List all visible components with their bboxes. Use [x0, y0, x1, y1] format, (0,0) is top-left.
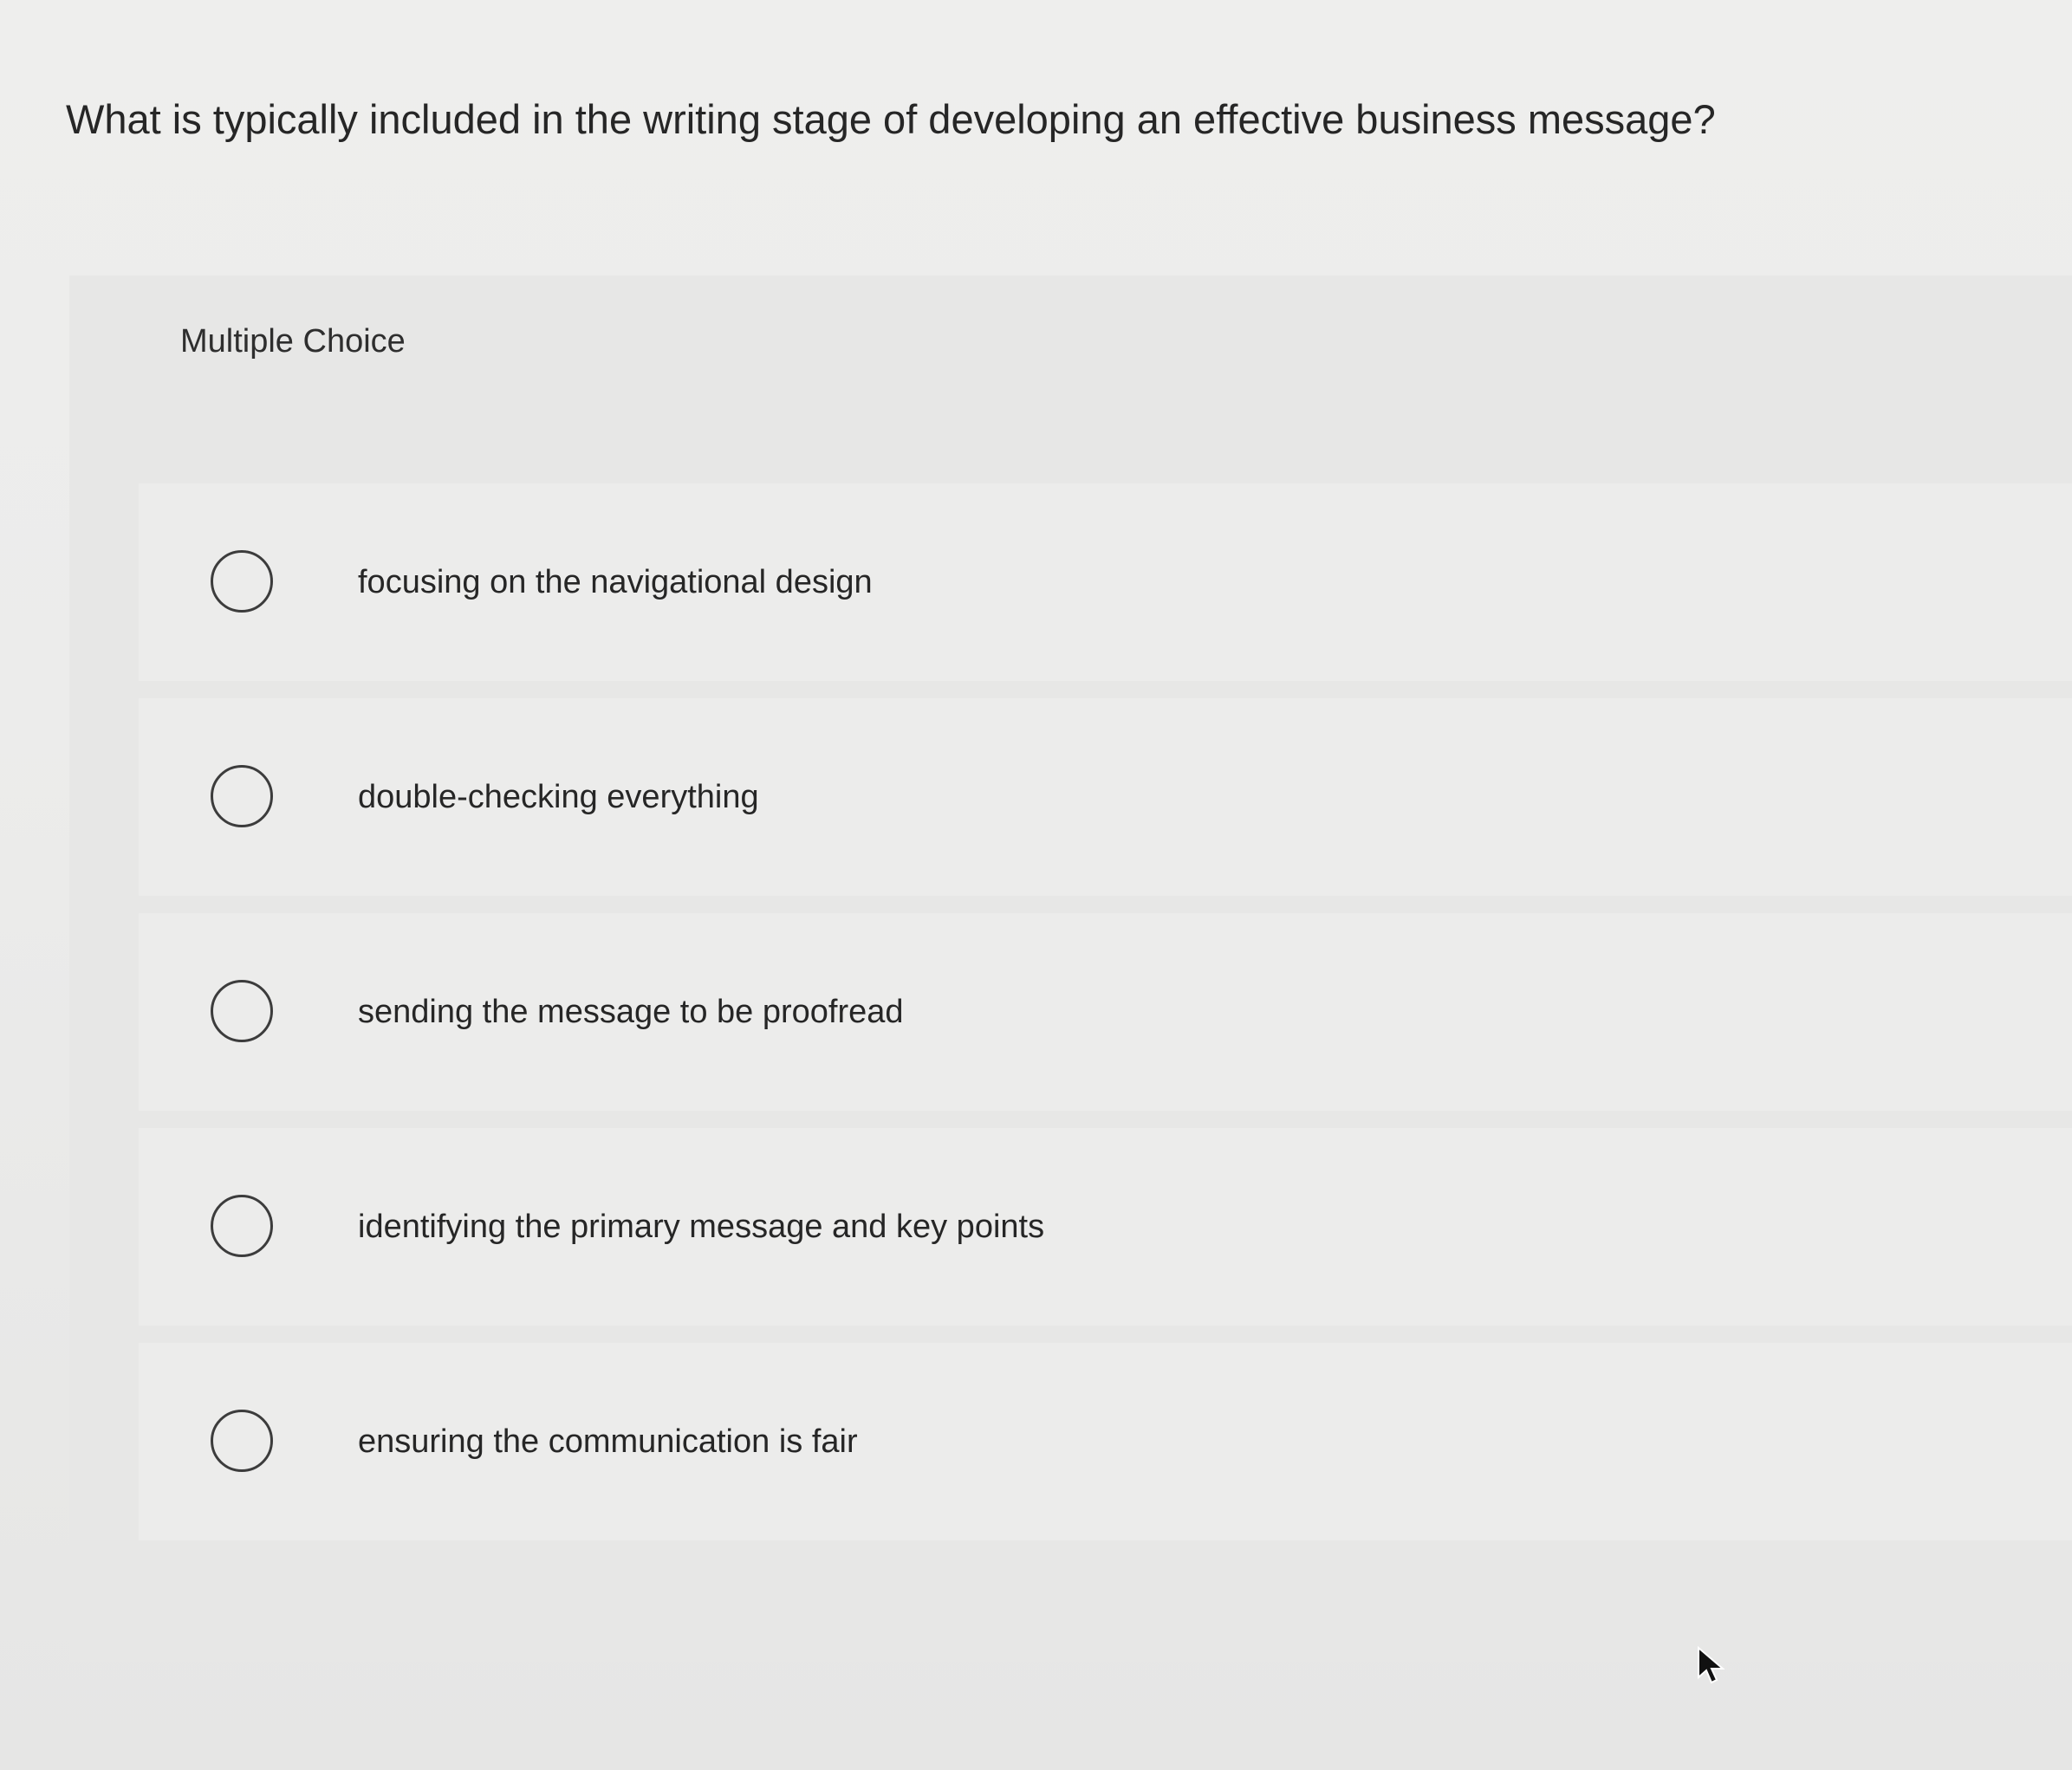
answer-option-label: double-checking everything	[358, 779, 759, 815]
answer-option-label: ensuring the communication is fair	[358, 1423, 858, 1460]
answer-option[interactable]: ensuring the communication is fair	[139, 1343, 2072, 1540]
answer-option-label: identifying the primary message and key …	[358, 1209, 1045, 1245]
radio-button-unselected-icon[interactable]	[211, 765, 273, 827]
answer-option[interactable]: identifying the primary message and key …	[139, 1128, 2072, 1326]
answer-option-label: sending the message to be proofread	[358, 994, 904, 1030]
radio-button-unselected-icon[interactable]	[211, 1410, 273, 1472]
radio-button-unselected-icon[interactable]	[211, 980, 273, 1042]
radio-button-unselected-icon[interactable]	[211, 1195, 273, 1257]
answer-option[interactable]: sending the message to be proofread	[139, 913, 2072, 1111]
mouse-pointer-icon	[1698, 1646, 1725, 1684]
question-type-label: Multiple Choice	[180, 323, 406, 360]
radio-button-unselected-icon[interactable]	[211, 550, 273, 613]
answer-option[interactable]: double-checking everything	[139, 698, 2072, 896]
answer-option-label: focusing on the navigational design	[358, 564, 873, 600]
question-text: What is typically included in the writin…	[66, 96, 1716, 142]
multiple-choice-panel: Multiple Choice focusing on the navigati…	[69, 276, 2072, 1662]
answer-option[interactable]: focusing on the navigational design	[139, 483, 2072, 681]
answer-options-list: focusing on the navigational design doub…	[139, 483, 2072, 1558]
